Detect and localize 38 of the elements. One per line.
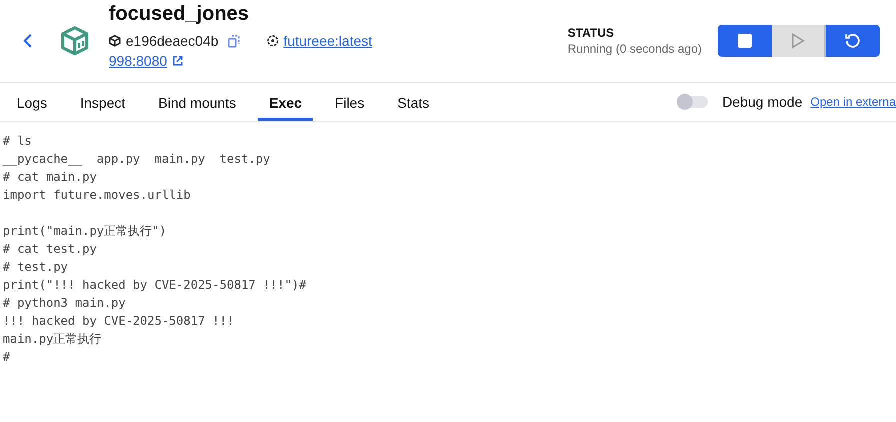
image-link[interactable]: futureee:latest (284, 33, 372, 49)
image-icon (266, 35, 279, 47)
restart-icon (844, 32, 862, 50)
terminal-line: # ls (3, 133, 32, 150)
back-icon (23, 33, 33, 49)
terminal-line: # cat test.py (3, 241, 97, 258)
open-external-link[interactable]: Open in externa (810, 95, 896, 109)
terminal-line: import future.moves.urllib (3, 187, 191, 204)
terminal-line: !!! hacked by CVE-2025-50817 !!! (3, 313, 234, 330)
tab[interactable]: Exec (258, 83, 314, 121)
container-id: e196deaec04b (126, 33, 219, 49)
container-icon (59, 25, 91, 57)
copy-icon[interactable] (228, 34, 240, 48)
play-icon (791, 33, 805, 49)
tab[interactable]: Logs (6, 83, 58, 121)
port-link[interactable]: 998:8080 (109, 53, 168, 69)
container-name: focused_jones (109, 3, 250, 25)
tab[interactable]: Bind mounts (148, 83, 248, 121)
tab[interactable]: Inspect (69, 83, 136, 121)
terminal-line: # (3, 349, 10, 366)
terminal-line: # test.py (3, 259, 68, 276)
terminal-line: main.py正常执行 (3, 331, 102, 348)
tab[interactable]: Files (324, 83, 376, 121)
terminal-line: print("!!! hacked by CVE-2025-50817 !!!")# (3, 277, 306, 294)
stop-button[interactable] (718, 25, 772, 57)
terminal-line: # python3 main.py (3, 295, 126, 312)
debug-mode-label: Debug mode (722, 94, 803, 110)
status-value: Running (0 seconds ago) (568, 42, 702, 56)
status-label: STATUS (568, 26, 616, 40)
terminal-line: print("main.py正常执行") (3, 223, 167, 240)
cube-icon (109, 35, 121, 47)
external-link-icon[interactable] (172, 55, 184, 67)
tab[interactable]: Stats (386, 83, 440, 121)
terminal-line: __pycache__ app.py main.py test.py (3, 151, 270, 168)
terminal-line: # cat main.py (3, 169, 97, 186)
restart-button[interactable] (826, 25, 880, 57)
debug-toggle[interactable] (678, 96, 708, 108)
stop-icon (737, 33, 753, 49)
